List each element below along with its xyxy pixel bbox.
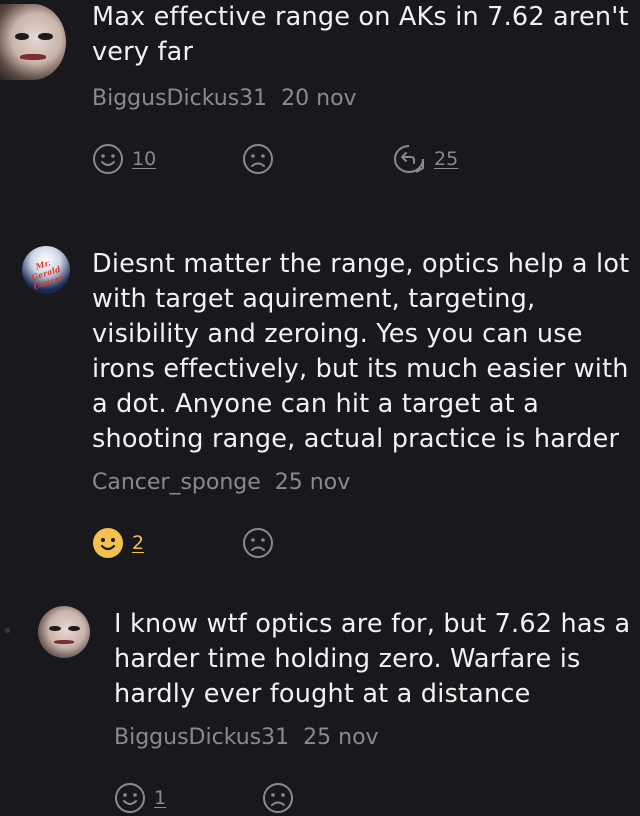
author-name[interactable]: BiggusDickus31 (92, 86, 267, 111)
comment-text: Diesnt matter the range, optics help a l… (92, 249, 630, 454)
reply-count: 25 (434, 148, 459, 170)
comment-text: Max effective range on AKs in 7.62 aren'… (92, 2, 629, 67)
comment-meta: BiggusDickus31 25 nov (114, 725, 379, 750)
author-avatar[interactable] (38, 606, 90, 658)
author-avatar[interactable] (0, 4, 66, 80)
avatar-lettering: Mr. Gerald Cancer (30, 257, 66, 292)
upvote-count: 1 (154, 787, 167, 809)
upvote-button[interactable]: 1 (114, 782, 166, 814)
downvote-button[interactable] (242, 143, 274, 175)
frown-icon (243, 528, 273, 558)
author-avatar[interactable]: Mr. Gerald Cancer (22, 246, 70, 294)
downvote-button[interactable] (242, 527, 274, 559)
frown-icon (243, 144, 273, 174)
thread-dot (5, 628, 10, 633)
reply-button[interactable]: 25 (392, 143, 458, 175)
smile-icon (93, 144, 123, 174)
comment-meta: Cancer_sponge 25 nov (92, 470, 350, 495)
upvote-button[interactable]: 2 (92, 527, 144, 559)
upvote-count: 2 (132, 532, 145, 554)
comment-text: I know wtf optics are for, but 7.62 has … (114, 609, 631, 709)
comment-date: 25 nov (303, 725, 379, 750)
author-name[interactable]: BiggusDickus31 (114, 725, 289, 750)
comment-date: 20 nov (281, 86, 357, 111)
upvote-count: 10 (132, 148, 157, 170)
downvote-button[interactable] (262, 782, 294, 814)
comment-meta: BiggusDickus31 20 nov (92, 86, 357, 111)
reply-icon (393, 145, 424, 174)
smile-icon (115, 783, 145, 813)
smile-icon (93, 528, 123, 558)
comment-date: 25 nov (274, 470, 351, 495)
upvote-button[interactable]: 10 (92, 143, 156, 175)
frown-icon (263, 783, 293, 813)
author-name[interactable]: Cancer_sponge (92, 470, 261, 495)
